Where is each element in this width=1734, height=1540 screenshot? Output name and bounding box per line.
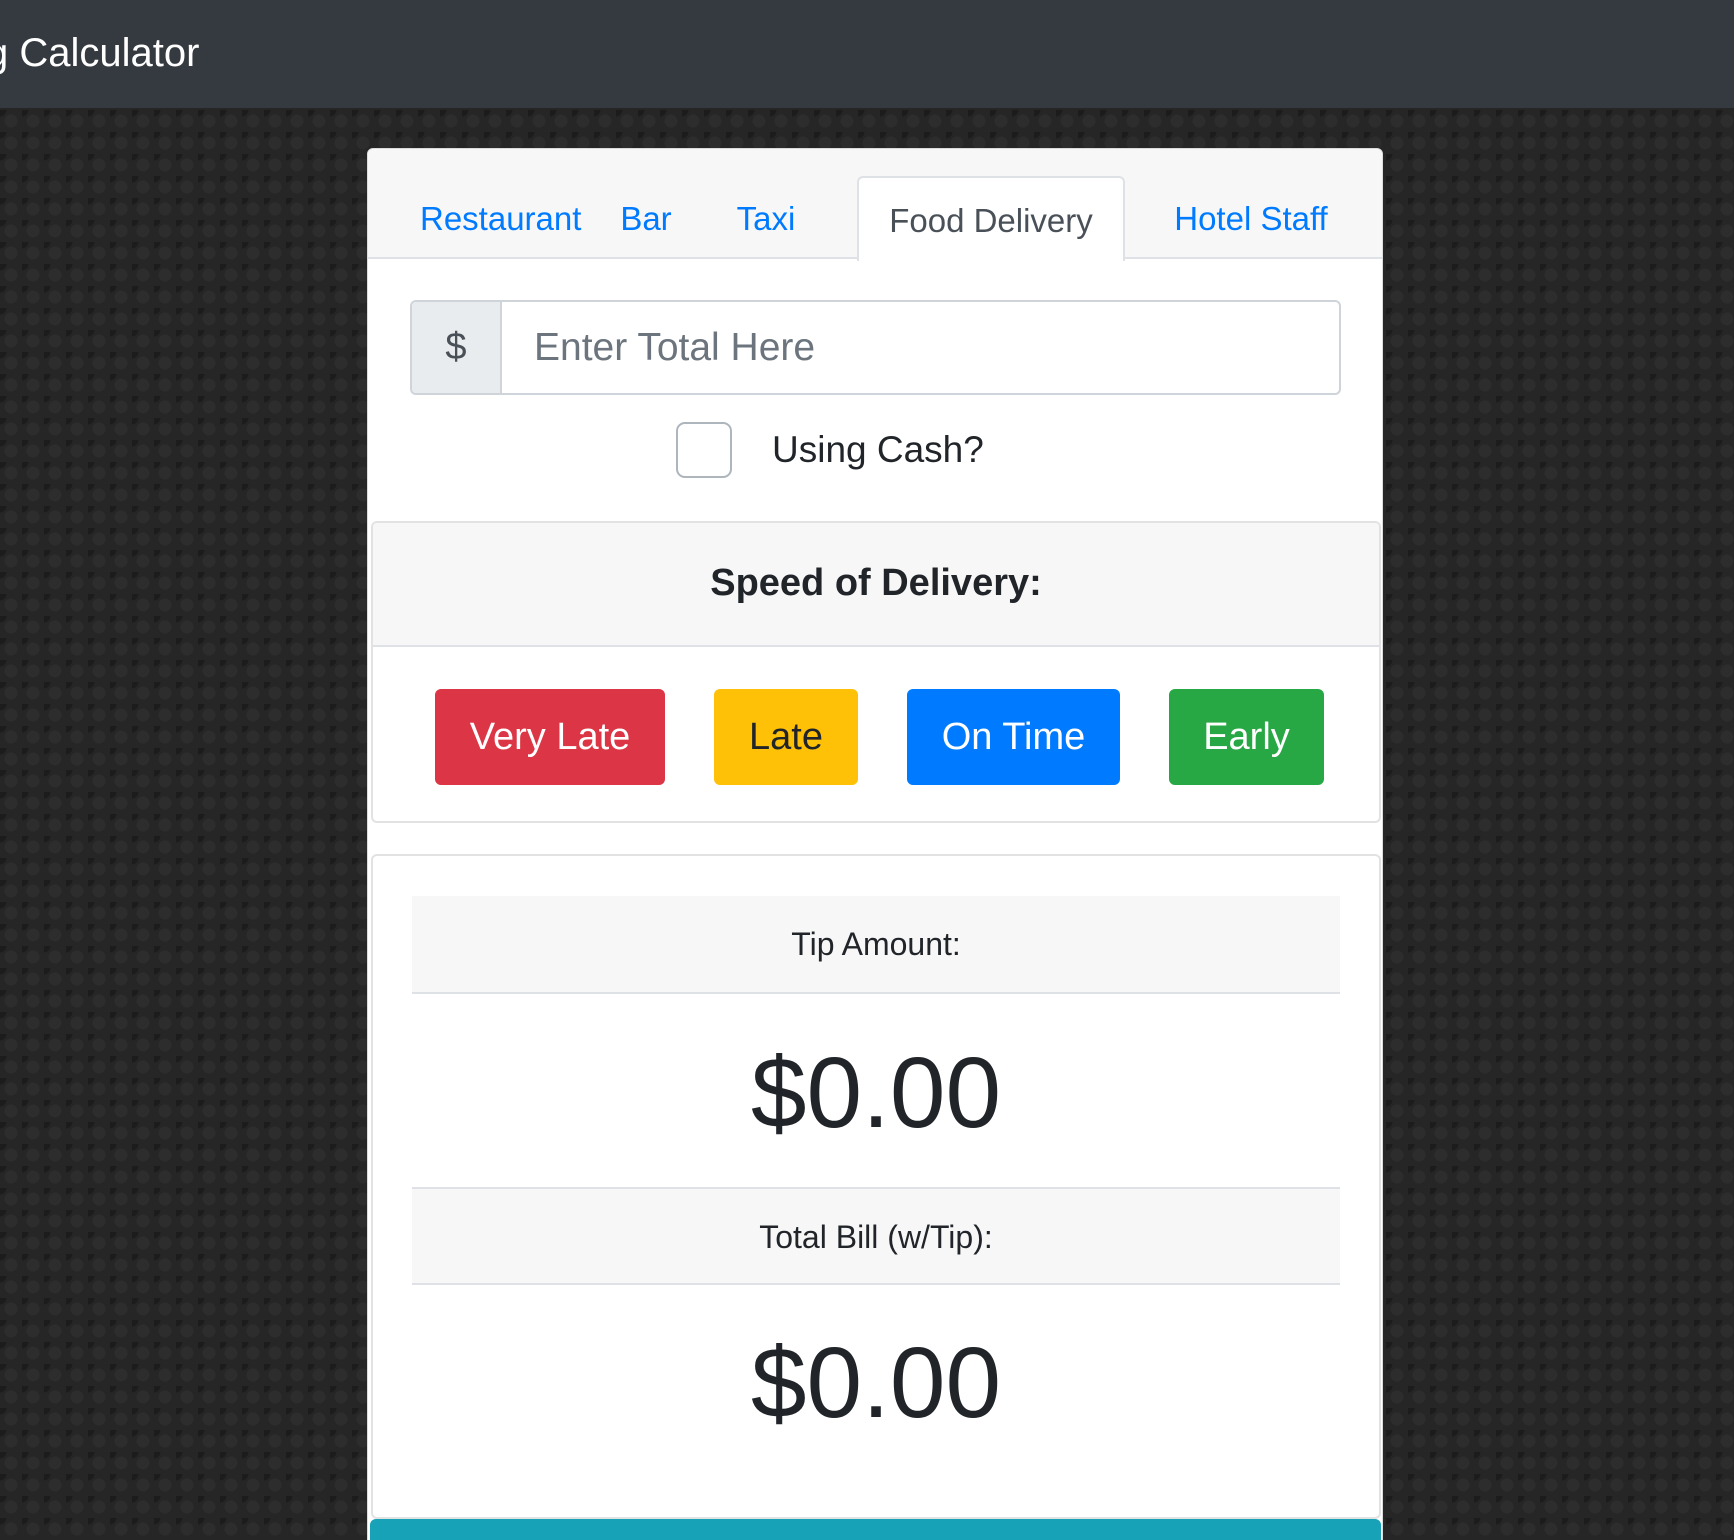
calculator-card: Restaurant Bar Taxi Food Delivery Hotel …: [367, 148, 1383, 1540]
total-input-group: $: [410, 300, 1341, 395]
navbar: g Calculator: [0, 0, 1734, 108]
tip-amount-value: $0.00: [750, 1037, 1002, 1149]
footer-action-bar[interactable]: [370, 1519, 1381, 1540]
on-time-button[interactable]: On Time: [907, 689, 1120, 785]
dollar-prefix: $: [412, 302, 502, 393]
very-late-button[interactable]: Very Late: [435, 689, 665, 785]
speed-of-delivery-card: Speed of Delivery: Very Late Late On Tim…: [371, 521, 1381, 823]
app-title[interactable]: g Calculator: [0, 28, 199, 78]
using-cash-checkbox[interactable]: [676, 422, 732, 478]
total-input[interactable]: [502, 302, 1339, 393]
tip-amount-label: Tip Amount:: [412, 896, 1340, 994]
speed-of-delivery-title: Speed of Delivery:: [373, 523, 1379, 647]
tab-hotel-staff[interactable]: Hotel Staff: [1156, 176, 1346, 261]
tab-restaurant[interactable]: Restaurant: [420, 176, 581, 261]
total-bill-value: $0.00: [750, 1327, 1002, 1439]
tab-bar: Restaurant Bar Taxi Food Delivery Hotel …: [368, 149, 1382, 261]
results-card: Tip Amount: $0.00 Total Bill (w/Tip): $0…: [371, 854, 1381, 1519]
early-button[interactable]: Early: [1169, 689, 1324, 785]
total-bill-label: Total Bill (w/Tip):: [412, 1187, 1340, 1285]
late-button[interactable]: Late: [714, 689, 858, 785]
tab-taxi[interactable]: Taxi: [732, 176, 800, 261]
using-cash-label[interactable]: Using Cash?: [772, 427, 984, 473]
tab-food-delivery[interactable]: Food Delivery: [857, 176, 1125, 261]
tab-bar-item[interactable]: Bar: [616, 176, 676, 261]
